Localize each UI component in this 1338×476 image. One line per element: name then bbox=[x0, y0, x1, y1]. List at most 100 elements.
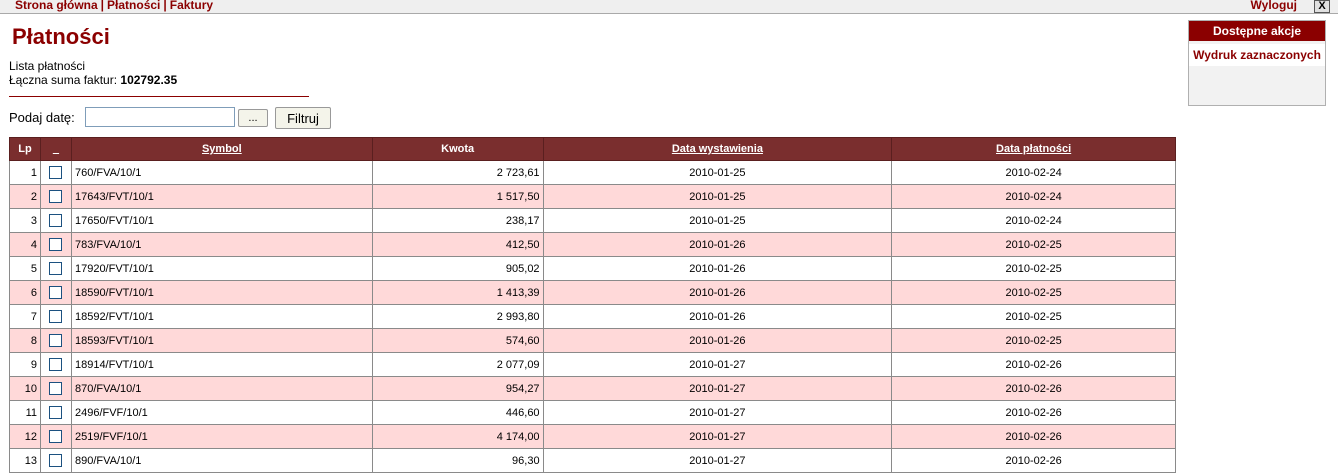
top-bar: Strona główna | Płatności | Faktury Wyloguj … bbox=[0, 0, 1338, 14]
table-row: 4 783/FVA/10/1 412,50 2010-01-26 2010-02-25 bbox=[9, 232, 1176, 257]
payment-date: 2010-02-25 bbox=[891, 328, 1176, 353]
invoice-symbol: 18593/FVT/10/1 bbox=[70, 328, 373, 353]
list-label: Lista płatności bbox=[9, 59, 86, 73]
nav-link-home[interactable]: Strona główna bbox=[15, 0, 98, 12]
row-select bbox=[39, 208, 72, 233]
payment-date: 2010-02-24 bbox=[891, 184, 1176, 209]
row-checkbox[interactable] bbox=[49, 286, 63, 299]
table-row: 12 2519/FVF/10/1 4 174,00 2010-01-27 2010-02… bbox=[9, 424, 1176, 449]
issue-date: 2010-01-27 bbox=[542, 400, 893, 425]
column-header-symbol[interactable]: Symbol bbox=[70, 137, 373, 161]
payments-info: Lista płatności Łączna suma faktur: 1027… bbox=[9, 59, 177, 87]
row-number: 1 bbox=[9, 160, 41, 185]
invoice-symbol: 2496/FVF/10/1 bbox=[70, 400, 373, 425]
invoice-amount: 954,27 bbox=[371, 376, 544, 401]
issue-date: 2010-01-25 bbox=[542, 184, 893, 209]
table-row: 1 760/FVA/10/1 2 723,61 2010-01-25 2010-02-2… bbox=[9, 160, 1176, 185]
row-select bbox=[39, 184, 72, 209]
table-row: 13 890/FVA/10/1 96,30 2010-01-27 2010-02-26 bbox=[9, 448, 1176, 473]
nav-link-invoices[interactable]: Faktury bbox=[170, 0, 213, 12]
row-select bbox=[39, 304, 72, 329]
payment-date: 2010-02-25 bbox=[891, 280, 1176, 305]
date-input[interactable] bbox=[85, 107, 235, 127]
column-header-payment-date[interactable]: Data płatności bbox=[891, 137, 1176, 161]
filter-button[interactable]: Filtruj bbox=[275, 107, 331, 129]
row-checkbox[interactable] bbox=[49, 238, 63, 251]
table-row: 6 18590/FVT/10/1 1 413,39 2010-01-26 2010-02… bbox=[9, 280, 1176, 305]
invoice-symbol: 17643/FVT/10/1 bbox=[70, 184, 373, 209]
row-checkbox[interactable] bbox=[49, 310, 63, 323]
total-label: Łączna suma faktur: bbox=[9, 73, 118, 87]
invoice-symbol: 18592/FVT/10/1 bbox=[70, 304, 373, 329]
payment-date: 2010-02-26 bbox=[891, 448, 1176, 473]
row-number: 7 bbox=[9, 304, 41, 329]
sort-symbol-link[interactable]: Symbol bbox=[202, 143, 242, 155]
select-all-link[interactable]: _ bbox=[53, 143, 59, 155]
date-picker-button[interactable]: ... bbox=[238, 109, 268, 127]
invoice-symbol: 870/FVA/10/1 bbox=[70, 376, 373, 401]
invoice-symbol: 17920/FVT/10/1 bbox=[70, 256, 373, 281]
sort-issue-date-link[interactable]: Data wystawienia bbox=[672, 143, 763, 155]
row-checkbox[interactable] bbox=[49, 214, 63, 227]
row-select bbox=[39, 256, 72, 281]
table-row: 11 2496/FVF/10/1 446,60 2010-01-27 2010-02-2… bbox=[9, 400, 1176, 425]
invoice-symbol: 17650/FVT/10/1 bbox=[70, 208, 373, 233]
invoice-amount: 412,50 bbox=[371, 232, 544, 257]
row-checkbox[interactable] bbox=[49, 262, 63, 275]
close-icon[interactable]: X bbox=[1314, 0, 1330, 13]
issue-date: 2010-01-26 bbox=[542, 232, 893, 257]
print-selected-button[interactable]: Wydruk zaznaczonych bbox=[1189, 44, 1325, 66]
payment-date: 2010-02-25 bbox=[891, 232, 1176, 257]
row-checkbox[interactable] bbox=[49, 454, 63, 467]
date-label: Podaj datę: bbox=[9, 110, 75, 125]
payment-date: 2010-02-24 bbox=[891, 208, 1176, 233]
row-select bbox=[39, 328, 72, 353]
row-number: 8 bbox=[9, 328, 41, 353]
row-select bbox=[39, 376, 72, 401]
row-checkbox[interactable] bbox=[49, 166, 63, 179]
total-value: 102792.35 bbox=[120, 73, 178, 87]
row-number: 12 bbox=[9, 424, 41, 449]
issue-date: 2010-01-27 bbox=[542, 352, 893, 377]
top-nav: Strona główna | Płatności | Faktury bbox=[15, 0, 214, 12]
nav-link-payments[interactable]: Płatności bbox=[107, 0, 160, 12]
column-header-select[interactable]: _ bbox=[39, 137, 72, 161]
row-number: 2 bbox=[9, 184, 41, 209]
table-row: 7 18592/FVT/10/1 2 993,80 2010-01-26 2010-02… bbox=[9, 304, 1176, 329]
table-row: 8 18593/FVT/10/1 574,60 2010-01-26 2010-02-2… bbox=[9, 328, 1176, 353]
sort-payment-date-link[interactable]: Data płatności bbox=[996, 143, 1071, 155]
issue-date: 2010-01-25 bbox=[542, 208, 893, 233]
payment-date: 2010-02-26 bbox=[891, 400, 1176, 425]
invoice-symbol: 760/FVA/10/1 bbox=[70, 160, 373, 185]
row-checkbox[interactable] bbox=[49, 358, 63, 371]
row-checkbox[interactable] bbox=[49, 406, 63, 419]
row-checkbox[interactable] bbox=[49, 430, 63, 443]
invoice-amount: 2 723,61 bbox=[371, 160, 544, 185]
invoice-amount: 4 174,00 bbox=[371, 424, 544, 449]
row-checkbox[interactable] bbox=[49, 334, 63, 347]
payment-date: 2010-02-25 bbox=[891, 304, 1176, 329]
page-title: Płatności bbox=[12, 24, 110, 49]
row-number: 3 bbox=[9, 208, 41, 233]
row-select bbox=[39, 160, 72, 185]
payment-date: 2010-02-26 bbox=[891, 424, 1176, 449]
column-header-issue-date[interactable]: Data wystawienia bbox=[542, 137, 893, 161]
invoice-symbol: 890/FVA/10/1 bbox=[70, 448, 373, 473]
actions-panel-title: Dostępne akcje bbox=[1189, 21, 1325, 41]
invoice-symbol: 18914/FVT/10/1 bbox=[70, 352, 373, 377]
invoice-amount: 1 413,39 bbox=[371, 280, 544, 305]
logout-link[interactable]: Wyloguj bbox=[1251, 0, 1297, 12]
issue-date: 2010-01-27 bbox=[542, 424, 893, 449]
invoice-symbol: 783/FVA/10/1 bbox=[70, 232, 373, 257]
invoice-amount: 2 077,09 bbox=[371, 352, 544, 377]
table-row: 2 17643/FVT/10/1 1 517,50 2010-01-25 2010-02… bbox=[9, 184, 1176, 209]
row-checkbox[interactable] bbox=[49, 382, 63, 395]
issue-date: 2010-01-25 bbox=[542, 160, 893, 185]
issue-date: 2010-01-26 bbox=[542, 280, 893, 305]
row-checkbox[interactable] bbox=[49, 190, 63, 203]
invoice-amount: 238,17 bbox=[371, 208, 544, 233]
payment-date: 2010-02-24 bbox=[891, 160, 1176, 185]
column-header-lp: Lp bbox=[9, 137, 41, 161]
row-number: 13 bbox=[9, 448, 41, 473]
payment-date: 2010-02-26 bbox=[891, 352, 1176, 377]
